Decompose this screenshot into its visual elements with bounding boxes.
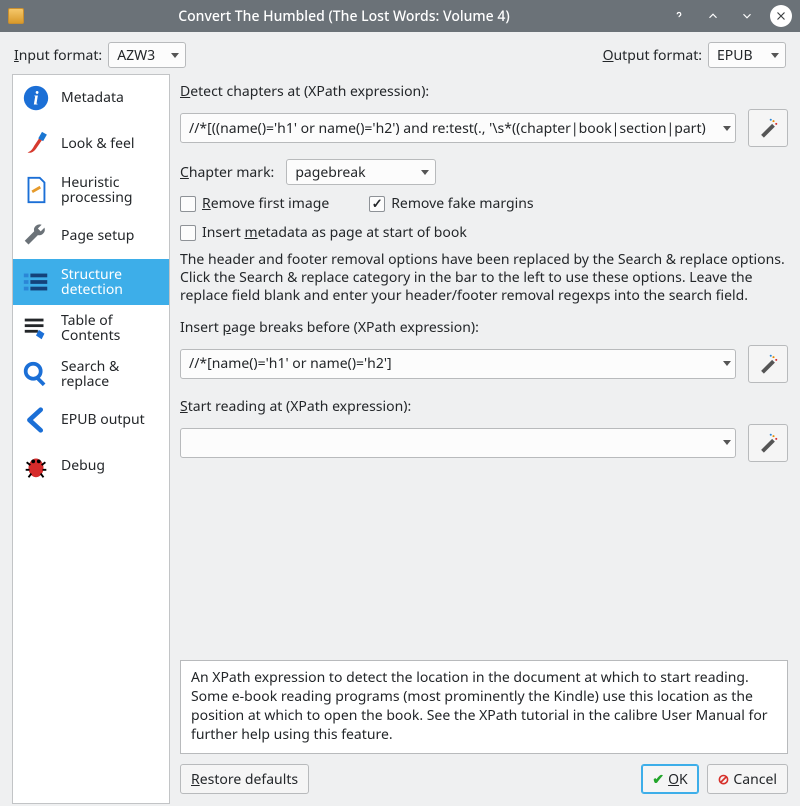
close-button[interactable] — [770, 5, 792, 27]
remove-first-image-label: Remove first image — [202, 194, 329, 213]
chevron-down-icon — [723, 440, 731, 445]
chevron-down-icon — [723, 361, 731, 366]
sidebar-item-label: Heuristic processing — [61, 175, 163, 206]
info-paragraph: The header and footer removal options ha… — [180, 251, 788, 306]
format-bar: Input format: AZW3 Output format: EPUB — [0, 32, 800, 74]
start-reading-combo[interactable] — [180, 428, 736, 458]
bug-icon — [19, 449, 53, 483]
chevron-down-icon — [171, 53, 179, 58]
detect-chapters-wizard-button[interactable] — [748, 109, 788, 147]
remove-first-image-checkbox[interactable] — [180, 196, 196, 212]
chevron-down-icon — [723, 126, 731, 131]
help-box: An XPath expression to detect the locati… — [180, 660, 788, 754]
insert-metadata-checkbox[interactable] — [180, 225, 196, 241]
sidebar-item-heuristic[interactable]: Heuristic processing — [13, 167, 169, 213]
output-format-label: Output format: — [603, 46, 702, 65]
sidebar-item-epub-output[interactable]: EPUB output — [13, 397, 169, 443]
sidebar-item-label: Metadata — [61, 90, 124, 105]
footer: Restore defaults ✔ OK ⊘ Cancel — [180, 760, 788, 804]
sidebar-item-page-setup[interactable]: Page setup — [13, 213, 169, 259]
output-format-value: EPUB — [717, 46, 753, 65]
detect-chapters-combo[interactable]: //*[((name()='h1' or name()='h2') and re… — [180, 113, 736, 143]
sidebar-item-label: EPUB output — [61, 412, 145, 427]
svg-text:i: i — [33, 89, 39, 110]
chevron-left-icon — [19, 403, 53, 437]
insert-metadata-label: Insert metadata as page at start of book — [202, 223, 467, 242]
input-format-label: Input format: — [14, 46, 102, 65]
page-breaks-label: Insert page breaks before (XPath express… — [180, 318, 479, 337]
toc-icon — [19, 311, 53, 345]
sidebar-item-debug[interactable]: Debug — [13, 443, 169, 489]
sidebar-item-look-and-feel[interactable]: Look & feel — [13, 121, 169, 167]
cancel-button[interactable]: ⊘ Cancel — [707, 764, 788, 794]
start-reading-label: Start reading at (XPath expression): — [180, 397, 411, 416]
ok-button[interactable]: ✔ OK — [641, 764, 698, 794]
sidebar-item-search-replace[interactable]: Search & replace — [13, 351, 169, 397]
titlebar: Convert The Humbled (The Lost Words: Vol… — [0, 0, 800, 32]
help-button[interactable] — [668, 5, 690, 27]
cancel-icon: ⊘ — [718, 770, 730, 789]
sidebar-item-label: Table of Contents — [61, 313, 163, 344]
maximize-button[interactable] — [736, 5, 758, 27]
input-format-select[interactable]: AZW3 — [108, 42, 186, 68]
sidebar-item-metadata[interactable]: i Metadata — [13, 75, 169, 121]
chevron-down-icon — [421, 170, 429, 175]
wrench-icon — [19, 219, 53, 253]
chapter-mark-select[interactable]: pagebreak — [286, 159, 436, 185]
brush-icon — [19, 127, 53, 161]
page-breaks-wizard-button[interactable] — [748, 345, 788, 383]
chapter-mark-value: pagebreak — [295, 163, 365, 182]
chapter-mark-label: Chapter mark: — [180, 163, 274, 182]
list-icon — [19, 265, 53, 299]
page-breaks-value: //*[name()='h1' or name()='h2'] — [189, 354, 717, 373]
output-format-select[interactable]: EPUB — [708, 42, 786, 68]
sidebar: i Metadata Look & feel Heuristic process… — [12, 74, 170, 804]
input-format-value: AZW3 — [117, 46, 155, 65]
search-icon — [19, 357, 53, 391]
remove-fake-margins-checkbox[interactable] — [369, 196, 385, 212]
sidebar-item-label: Page setup — [61, 228, 134, 243]
content-panel: Detect chapters at (XPath expression): /… — [170, 74, 788, 804]
app-icon — [8, 8, 24, 24]
document-icon — [19, 173, 53, 207]
window-title: Convert The Humbled (The Lost Words: Vol… — [32, 7, 656, 26]
detect-chapters-value: //*[((name()='h1' or name()='h2') and re… — [189, 119, 717, 138]
sidebar-item-toc[interactable]: Table of Contents — [13, 305, 169, 351]
page-breaks-combo[interactable]: //*[name()='h1' or name()='h2'] — [180, 349, 736, 379]
remove-fake-margins-label: Remove fake margins — [391, 194, 533, 213]
sidebar-item-label: Debug — [61, 458, 105, 473]
restore-defaults-button[interactable]: Restore defaults — [180, 764, 309, 794]
sidebar-item-label: Look & feel — [61, 136, 135, 151]
minimize-button[interactable] — [702, 5, 724, 27]
sidebar-item-label: Structure detection — [61, 267, 163, 298]
info-icon: i — [19, 81, 53, 115]
detect-chapters-label: Detect chapters at (XPath expression): — [180, 82, 429, 101]
check-icon: ✔ — [652, 770, 664, 789]
sidebar-item-structure-detection[interactable]: Structure detection — [13, 259, 169, 305]
chevron-down-icon — [771, 53, 779, 58]
start-reading-wizard-button[interactable] — [748, 424, 788, 462]
sidebar-item-label: Search & replace — [61, 359, 163, 390]
